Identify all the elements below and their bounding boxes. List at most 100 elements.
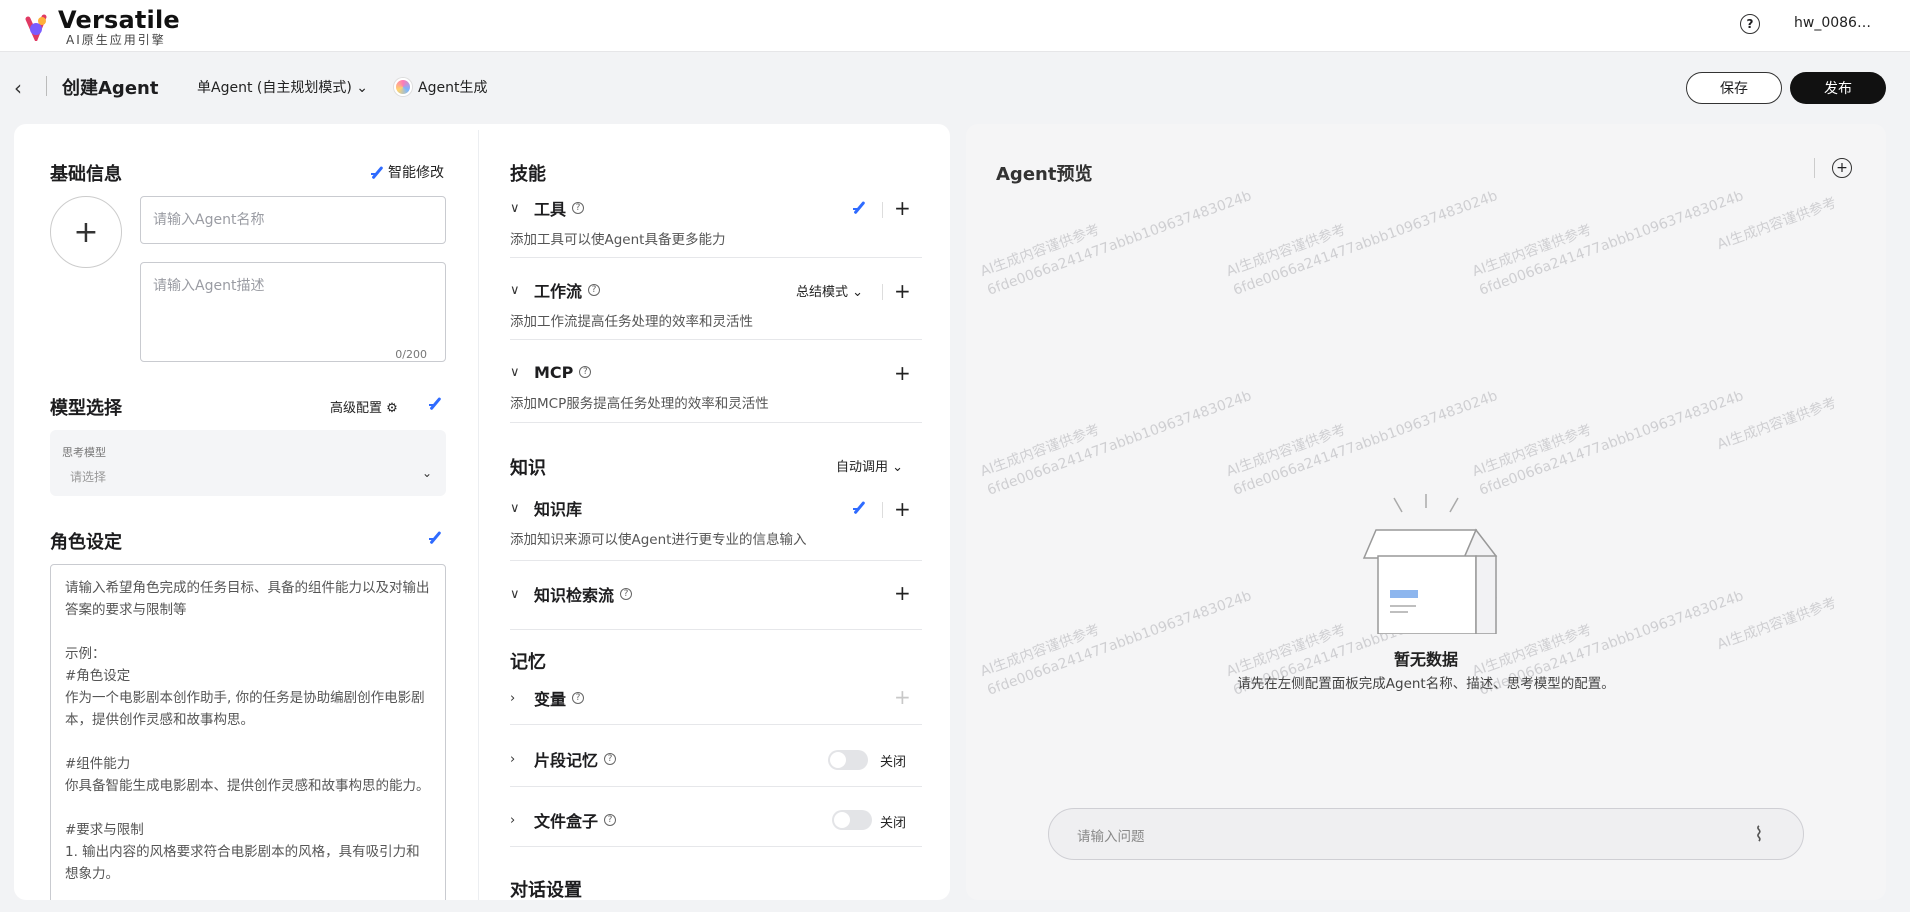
knowledge-mode-label: 自动调用 — [836, 460, 889, 475]
magic-wand-icon — [428, 396, 442, 410]
app-subtitle: AI原生应用引擎 — [66, 33, 166, 47]
add-knowledge-base-button[interactable]: + — [894, 499, 911, 519]
workflow-mode-dropdown[interactable]: 总结模式 ⌄ — [796, 281, 863, 300]
chevron-down-icon[interactable]: ∨ — [510, 587, 534, 602]
page-title: 创建Agent — [62, 78, 159, 99]
app-logo[interactable]: Versatile AI原生应用引擎 — [22, 8, 180, 46]
tools-description: 添加工具可以使Agent具备更多能力 — [510, 232, 726, 248]
chevron-down-icon[interactable]: ∨ — [510, 283, 534, 298]
char-counter: 0/200 — [395, 348, 427, 361]
top-bar: Versatile AI原生应用引擎 ? hw_0086… — [0, 0, 1910, 52]
new-chat-icon[interactable]: + — [1832, 158, 1852, 178]
chevron-right-icon[interactable]: › — [510, 752, 534, 767]
magic-wand-icon — [852, 200, 866, 214]
divider — [510, 846, 922, 847]
knowledge-mode-dropdown[interactable]: 自动调用 ⌄ — [836, 456, 903, 475]
model-smart-edit-button[interactable] — [428, 396, 446, 410]
preview-header-divider — [1814, 158, 1815, 178]
help-icon[interactable]: ? — [579, 366, 592, 378]
help-icon[interactable]: ? — [588, 284, 601, 296]
divider — [510, 724, 922, 725]
advanced-config-button[interactable]: 高级配置 ⚙ — [330, 397, 398, 416]
knowledge-retrieval-section: ∨ 知识检索流? — [510, 582, 922, 606]
chevron-down-icon[interactable]: ∨ — [510, 365, 534, 380]
fragment-memory-label: 片段记忆 — [534, 751, 599, 770]
add-variable-button[interactable]: + — [894, 687, 911, 707]
watermark: AI生成内容谨供参考 6fde0066a241477abbb10963748302… — [1470, 187, 1746, 299]
variables-header[interactable]: › 变量? — [510, 686, 922, 710]
file-box-toggle[interactable] — [832, 810, 872, 830]
workflow-label: 工作流 — [534, 282, 583, 301]
question-input[interactable]: 请输入问题 — [1048, 808, 1804, 860]
model-select-title: 模型选择 — [50, 398, 122, 419]
magic-wand-icon — [370, 165, 384, 179]
file-box-state: 关闭 — [880, 816, 907, 831]
variables-section: › 变量? — [510, 686, 922, 710]
agent-name-input[interactable]: 请输入Agent名称 — [140, 196, 446, 244]
smart-edit-button[interactable]: 智能修改 — [370, 162, 444, 182]
help-icon[interactable]: ? — [572, 202, 585, 214]
mcp-header[interactable]: ∨ MCP? — [510, 360, 922, 384]
chevron-right-icon[interactable]: › — [510, 691, 534, 706]
skills-title: 技能 — [510, 164, 546, 185]
memory-title: 记忆 — [510, 652, 546, 673]
back-arrow-icon[interactable]: ‹ — [14, 76, 22, 100]
knowledge-retrieval-header[interactable]: ∨ 知识检索流? — [510, 582, 922, 606]
thinking-model-select[interactable]: 思考模型 请选择 ⌄ — [50, 430, 446, 496]
help-icon[interactable]: ? — [1740, 14, 1760, 34]
divider — [510, 422, 922, 423]
chevron-down-icon[interactable]: ∨ — [510, 201, 534, 216]
add-retrieval-flow-button[interactable]: + — [894, 583, 911, 603]
chevron-down-icon: ⌄ — [422, 466, 433, 480]
agent-description-input[interactable]: 请输入Agent描述 0/200 — [140, 262, 446, 362]
workflow-mode-label: 总结模式 — [796, 285, 849, 300]
divider — [510, 339, 922, 340]
variables-label: 变量 — [534, 690, 567, 709]
chevron-down-icon: ⌄ — [888, 460, 904, 475]
help-icon[interactable]: ? — [604, 814, 617, 826]
app-name: Versatile — [58, 6, 180, 34]
paperclip-icon[interactable]: ⌇ — [1754, 822, 1764, 846]
publish-button[interactable]: 发布 — [1790, 72, 1886, 104]
mcp-description: 添加MCP服务提高任务处理的效率和灵活性 — [510, 396, 769, 412]
thinking-model-label: 思考模型 — [62, 446, 106, 459]
agent-mode-label: 单Agent (自主规划模式) — [197, 80, 352, 96]
add-tool-button[interactable]: + — [894, 198, 911, 218]
watermark: AI生成内容谨供参考 6fde0066a241477abbb10963748302… — [1224, 387, 1500, 499]
help-icon[interactable]: ? — [572, 692, 585, 704]
help-icon[interactable]: ? — [620, 588, 633, 600]
agent-mode-dropdown[interactable]: 单Agent (自主规划模式) ⌄ — [197, 77, 368, 97]
add-workflow-button[interactable]: + — [894, 281, 911, 301]
user-account[interactable]: hw_0086… — [1794, 15, 1871, 31]
agent-generate-button[interactable]: Agent生成 — [394, 77, 487, 97]
agent-description-placeholder: 请输入Agent描述 — [153, 278, 265, 294]
role-smart-edit-button[interactable] — [428, 530, 446, 544]
empty-box-icon — [1362, 494, 1498, 634]
help-icon[interactable]: ? — [604, 753, 617, 765]
fragment-memory-toggle[interactable] — [828, 750, 868, 770]
chevron-down-icon[interactable]: ∨ — [510, 501, 534, 516]
tools-smart-add-button[interactable] — [852, 200, 870, 214]
mcp-section: ∨ MCP? 添加MCP服务提高任务处理的效率和灵活性 — [510, 360, 922, 413]
watermark: AI生成内容谨供参考 6fde0066a241477abbb10963748302… — [1470, 387, 1746, 499]
versatile-logo-icon — [25, 14, 47, 41]
add-mcp-button[interactable]: + — [894, 363, 911, 383]
kb-smart-add-button[interactable] — [852, 500, 870, 514]
preview-panel: Agent预览 + AI生成内容谨供参考 6fde0066a241477abbb1… — [966, 124, 1886, 900]
avatar-upload-button[interactable]: + — [50, 196, 122, 268]
column-divider — [478, 130, 479, 900]
magic-wand-icon — [852, 500, 866, 514]
knowledge-title: 知识 — [510, 458, 546, 479]
watermark: AI生成内容谨供参考 6fde0066a241477abbb10963748302… — [978, 187, 1254, 299]
save-button[interactable]: 保存 — [1686, 72, 1782, 104]
chevron-right-icon[interactable]: › — [510, 813, 534, 828]
page-header: ‹ 创建Agent 单Agent (自主规划模式) ⌄ Agent生成 保存 发… — [0, 52, 1910, 122]
role-prompt-input[interactable]: 请输入希望角色完成的任务目标、具备的组件能力以及对输出答案的要求与限制等 示例：… — [50, 564, 446, 900]
watermark: AI生成内容谨供参考 6fde0066a241477abbb10963748302… — [1224, 187, 1500, 299]
config-panel: 基础信息 智能修改 + 请输入Agent名称 请输入Agent描述 0/200 … — [14, 124, 950, 900]
chevron-down-icon: ⌄ — [848, 285, 864, 300]
divider — [510, 560, 922, 561]
divider — [510, 629, 922, 630]
empty-state-description: 请先在左侧配置面板完成Agent名称、描述、思考模型的配置。 — [1237, 676, 1615, 692]
empty-state-title: 暂无数据 — [1393, 650, 1458, 669]
